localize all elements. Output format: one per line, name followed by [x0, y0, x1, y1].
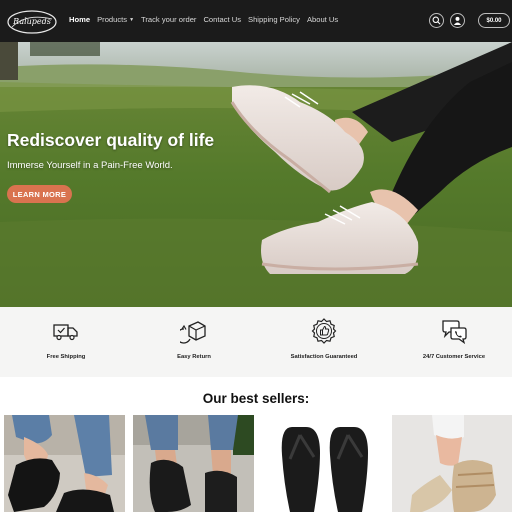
badge-thumb-icon — [311, 318, 337, 344]
hero-subtitle: Immerse Yourself in a Pain-Free World. — [7, 160, 173, 171]
nav-about-label: About Us — [306, 15, 339, 24]
nav-track-order[interactable]: Track your order — [141, 15, 196, 24]
feature-label: Satisfaction Guaranteed — [290, 354, 358, 360]
nav-contact-label: Contact Us — [203, 15, 242, 24]
logo[interactable]: Ralupeds — [6, 7, 58, 35]
account-button[interactable] — [450, 13, 465, 28]
cart-total: $0.00 — [486, 17, 502, 24]
search-icon — [432, 16, 441, 25]
black-flip-flop-photo — [262, 415, 383, 512]
nav-home[interactable]: Home — [69, 15, 90, 24]
return-box-icon — [180, 321, 206, 344]
account-icon — [453, 16, 462, 25]
beige-sandal-photo — [392, 415, 512, 512]
site-header: Ralupeds Home Products ▼ Track your order… — [0, 0, 512, 42]
chevron-down-icon: ▼ — [129, 16, 135, 23]
nav-products[interactable]: Products ▼ — [97, 15, 134, 24]
black-wedge-sandal-photo — [4, 415, 125, 512]
cart-button[interactable]: $0.00 — [478, 13, 510, 28]
nav-contact[interactable]: Contact Us — [203, 15, 241, 24]
hero-banner: Rediscover quality of life Immerse Yours… — [0, 42, 512, 307]
feature-easy-return: Easy Return — [130, 317, 258, 360]
nav-about[interactable]: About Us — [307, 15, 338, 24]
section-title: Our best sellers: — [202, 391, 310, 406]
product-card[interactable] — [392, 415, 512, 512]
product-card[interactable] — [133, 415, 254, 512]
feature-customer-service: 24/7 Customer Service — [390, 317, 512, 360]
learn-more-button[interactable]: LEARN MORE — [7, 185, 72, 203]
nav-track-order-label: Track your order — [141, 15, 197, 24]
feature-label: 24/7 Customer Service — [422, 354, 486, 360]
hero-title: Rediscover quality of life — [7, 130, 215, 150]
hero-image — [0, 42, 512, 307]
nav-shipping-policy-label: Shipping Policy — [248, 15, 300, 24]
feature-satisfaction: Satisfaction Guaranteed — [260, 317, 388, 360]
chat-bubbles-icon — [442, 320, 467, 345]
feature-free-shipping: Free Shipping — [2, 317, 130, 360]
black-loafer-photo — [133, 415, 254, 512]
main-nav: Home Products ▼ Track your order Contact … — [69, 15, 345, 24]
feature-label: Easy Return — [177, 354, 211, 360]
product-card[interactable] — [4, 415, 125, 512]
feature-label: Free Shipping — [46, 354, 86, 360]
search-button[interactable] — [429, 13, 444, 28]
logo-text: Ralupeds — [12, 17, 51, 26]
product-card[interactable] — [262, 415, 383, 512]
nav-products-label: Products — [97, 15, 128, 24]
nav-shipping-policy[interactable]: Shipping Policy — [248, 15, 300, 24]
nav-home-label: Home — [69, 15, 91, 24]
features-bar: Free Shipping Easy Return Satisfaction G… — [0, 307, 512, 377]
truck-icon — [53, 324, 78, 341]
